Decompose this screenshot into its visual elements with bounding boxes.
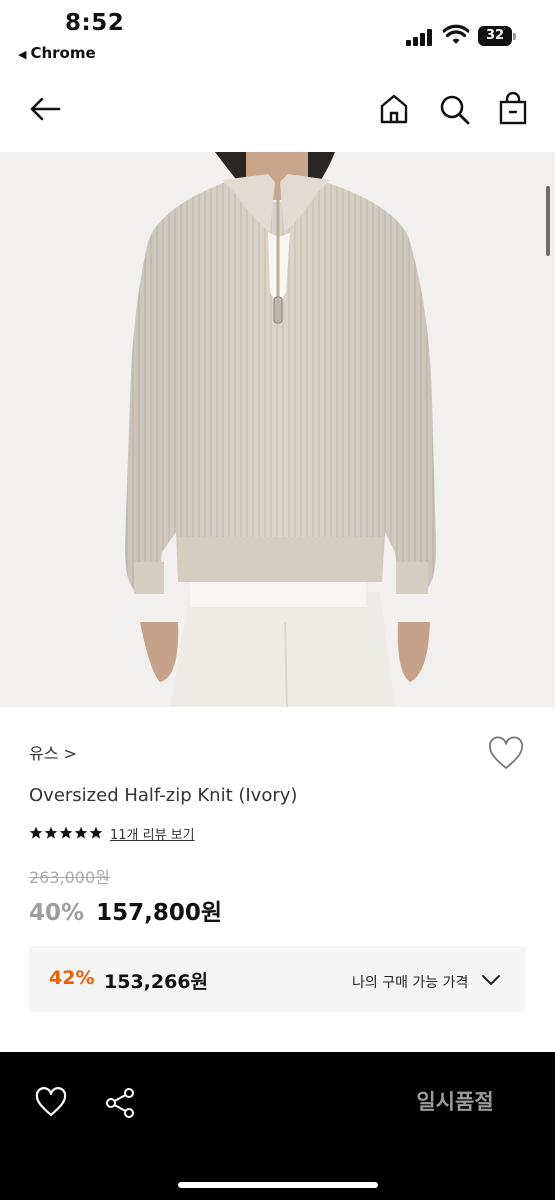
star-icon bbox=[89, 826, 103, 839]
member-price-label: 나의 구매 가능 가격 bbox=[352, 975, 469, 991]
brand-name: 유스 bbox=[29, 744, 59, 763]
battery-level: 32 bbox=[478, 26, 512, 46]
search-icon[interactable] bbox=[437, 92, 471, 126]
product-image[interactable] bbox=[0, 152, 555, 707]
member-price-dropdown[interactable]: 42% 153,266원 나의 구매 가능 가격 bbox=[29, 946, 526, 1012]
star-icon bbox=[74, 826, 88, 839]
home-indicator bbox=[178, 1182, 378, 1188]
back-arrow-icon[interactable] bbox=[28, 92, 62, 126]
wishlist-heart-icon[interactable] bbox=[487, 736, 525, 772]
app-header bbox=[0, 78, 555, 142]
status-time: 8:52 bbox=[65, 10, 125, 36]
brand-link[interactable]: 유스 > bbox=[29, 740, 77, 764]
sale-price: 157,800원 bbox=[96, 900, 222, 926]
member-price: 153,266원 bbox=[104, 971, 209, 993]
product-title: Oversized Half-zip Knit (Ivory) bbox=[29, 785, 298, 806]
back-to-app-link[interactable]: ◀ Chrome bbox=[18, 44, 96, 62]
back-app-label: Chrome bbox=[30, 44, 96, 62]
scroll-indicator[interactable] bbox=[546, 186, 550, 256]
original-price: 263,000원 bbox=[29, 868, 110, 887]
member-discount-rate: 42% bbox=[49, 967, 95, 989]
price-row: 40% 157,800원 bbox=[29, 893, 222, 927]
rating-stars bbox=[29, 826, 103, 840]
status-bar: 8:52 ◀ Chrome 32 bbox=[0, 0, 555, 70]
star-icon bbox=[29, 826, 43, 839]
rating-row: 11개 리뷰 보기 bbox=[29, 823, 195, 843]
bottom-action-bar: 일시품절 bbox=[0, 1052, 555, 1200]
soldout-button[interactable]: 일시품절 bbox=[380, 1082, 530, 1122]
brand-chevron-icon: > bbox=[63, 744, 77, 763]
star-icon bbox=[44, 826, 58, 839]
discount-rate: 40% bbox=[29, 900, 85, 926]
star-icon bbox=[59, 826, 73, 839]
heart-icon[interactable] bbox=[34, 1086, 68, 1120]
wifi-icon bbox=[443, 24, 469, 44]
back-triangle-icon: ◀ bbox=[18, 48, 27, 61]
cellular-signal-icon bbox=[406, 28, 434, 46]
home-icon[interactable] bbox=[377, 92, 411, 126]
product-photo bbox=[0, 152, 555, 707]
shopping-bag-icon[interactable] bbox=[496, 92, 530, 126]
chevron-down-icon bbox=[482, 975, 500, 985]
battery-icon: 32 bbox=[478, 26, 516, 46]
share-icon[interactable] bbox=[103, 1086, 137, 1120]
review-link[interactable]: 11개 리뷰 보기 bbox=[110, 824, 195, 843]
